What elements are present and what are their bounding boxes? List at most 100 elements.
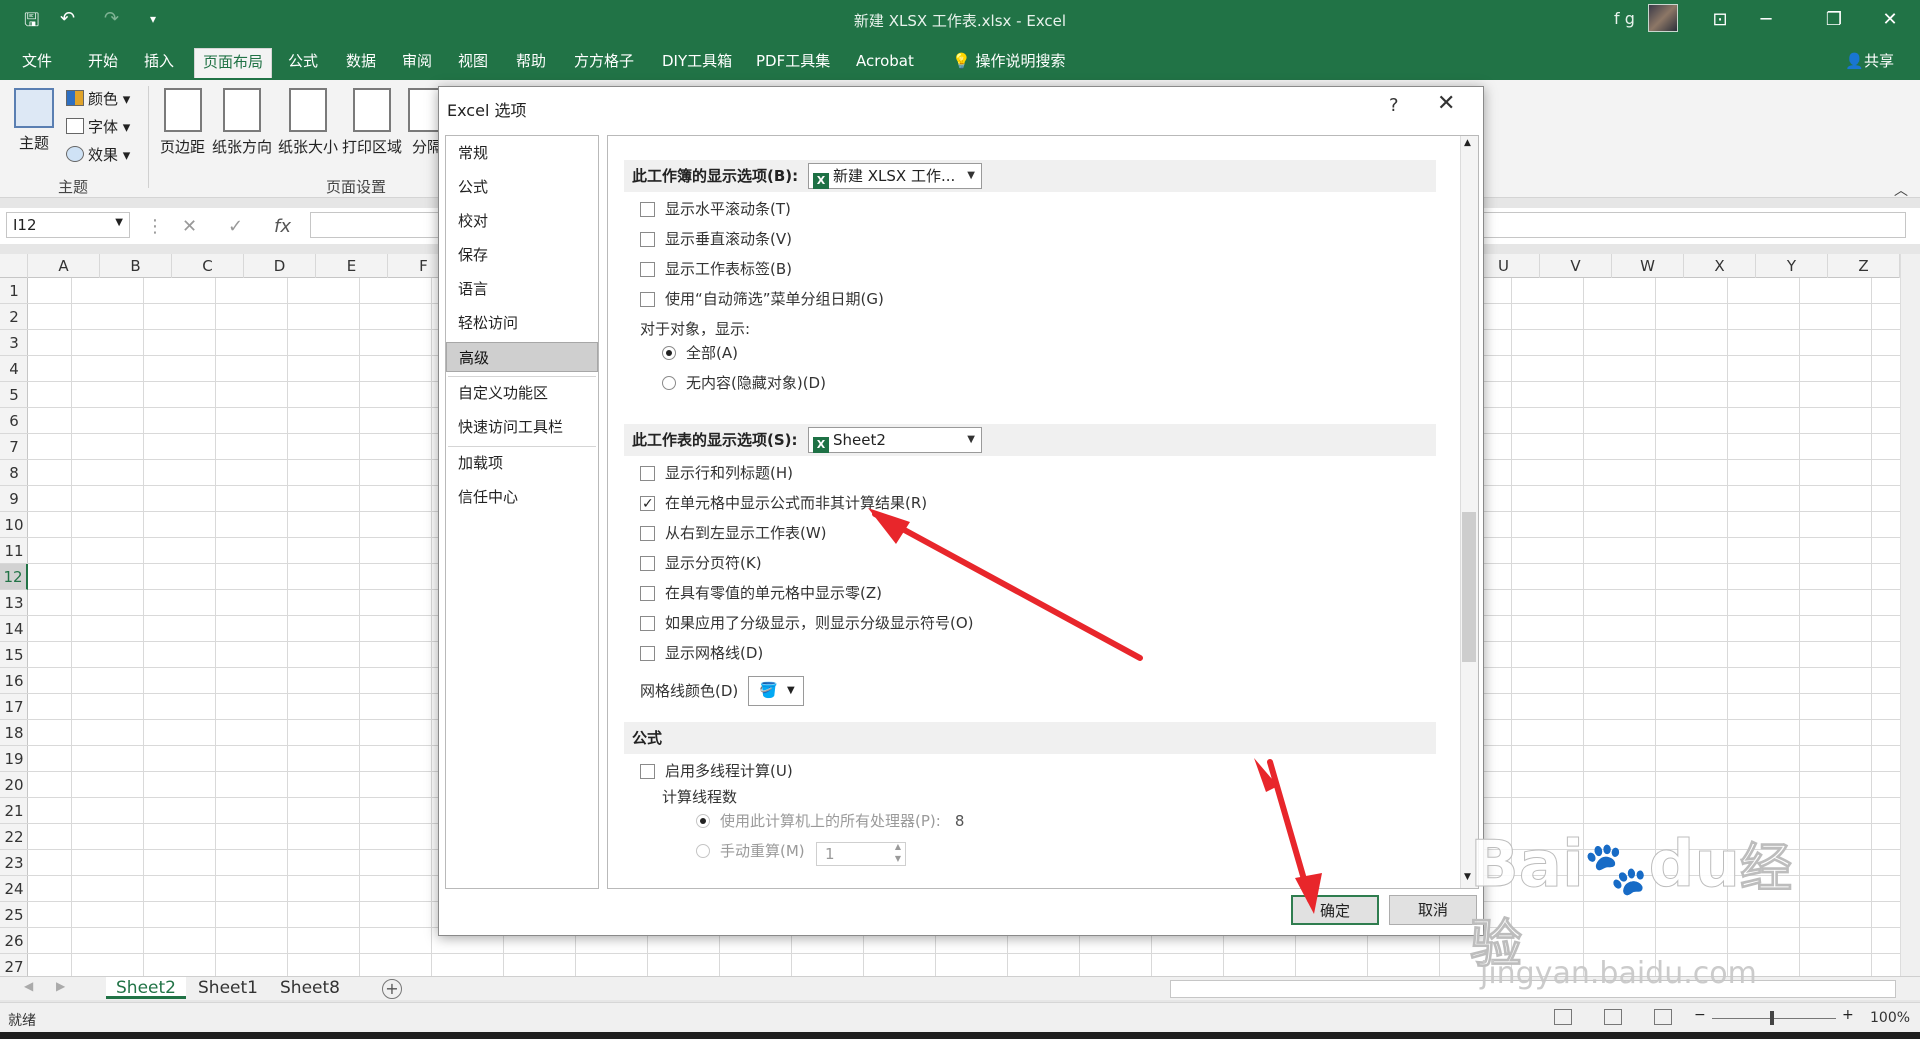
checkbox[interactable]	[640, 466, 655, 481]
share-button[interactable]: 👤共享	[1845, 50, 1894, 71]
minimize-icon[interactable]: ─	[1746, 6, 1786, 34]
checkbox[interactable]	[640, 586, 655, 601]
row-header[interactable]: 11	[0, 538, 28, 564]
checkbox[interactable]	[640, 526, 655, 541]
row-header[interactable]: 17	[0, 694, 28, 720]
zoom-in-icon[interactable]: +	[1842, 1007, 1854, 1023]
tab-home[interactable]: 开始	[80, 48, 126, 78]
tab-data[interactable]: 数据	[338, 48, 384, 78]
row-header[interactable]: 3	[0, 330, 28, 356]
row-header[interactable]: 20	[0, 772, 28, 798]
fonts-button[interactable]: 字体 ▾	[66, 116, 130, 137]
column-header[interactable]: Y	[1756, 254, 1828, 278]
tab-file[interactable]: 文件	[14, 48, 60, 78]
tab-formulas[interactable]: 公式	[280, 48, 326, 78]
help-icon[interactable]: ?	[1389, 95, 1399, 116]
add-sheet-button[interactable]: +	[382, 979, 402, 999]
column-header[interactable]: Z	[1828, 254, 1900, 278]
normal-view-icon[interactable]	[1554, 1009, 1572, 1025]
checkbox[interactable]	[640, 232, 655, 247]
row-header[interactable]: 5	[0, 382, 28, 408]
row-header[interactable]: 22	[0, 824, 28, 850]
tab-review[interactable]: 审阅	[394, 48, 440, 78]
row-header[interactable]: 2	[0, 304, 28, 330]
radio-nothing[interactable]: 无内容(隐藏对象)(D)	[662, 372, 826, 394]
option-group-dates[interactable]: 使用“自动筛选”菜单分组日期(G)	[640, 288, 884, 310]
checkbox[interactable]	[640, 262, 655, 277]
nav-customize-ribbon[interactable]: 自定义功能区	[446, 378, 598, 408]
tab-view[interactable]: 视图	[450, 48, 496, 78]
zoom-slider[interactable]	[1712, 1018, 1836, 1019]
option-vertical-scrollbar[interactable]: 显示垂直滚动条(V)	[640, 228, 792, 250]
radio-manual[interactable]: 手动重算(M)	[696, 840, 805, 862]
options-scrollbar-thumb[interactable]	[1462, 512, 1476, 662]
sheet-select[interactable]: X Sheet2 ▼	[808, 427, 982, 453]
nav-save[interactable]: 保存	[446, 240, 598, 270]
column-header[interactable]: V	[1540, 254, 1612, 278]
ok-button[interactable]: 确定	[1291, 895, 1379, 925]
row-header[interactable]: 7	[0, 434, 28, 460]
checkbox[interactable]	[640, 202, 655, 217]
checkbox[interactable]	[640, 616, 655, 631]
row-header[interactable]: 15	[0, 642, 28, 668]
zoom-slider-thumb[interactable]	[1770, 1011, 1774, 1025]
column-header[interactable]: C	[172, 254, 244, 278]
insert-function-icon[interactable]: fx	[274, 216, 291, 237]
checkbox[interactable]	[640, 764, 655, 779]
page-layout-view-icon[interactable]	[1604, 1009, 1622, 1025]
name-box-dropdown-icon[interactable]: ▼	[115, 217, 123, 228]
row-header[interactable]: 23	[0, 850, 28, 876]
radio-button[interactable]	[662, 376, 676, 390]
option-show-zeros[interactable]: 在具有零值的单元格中显示零(Z)	[640, 582, 882, 604]
nav-quick-access-toolbar[interactable]: 快速访问工具栏	[446, 412, 598, 442]
sheet-tab-sheet1[interactable]: Sheet1	[188, 977, 268, 999]
name-box[interactable]: I12 ▼	[6, 212, 130, 238]
row-header[interactable]: 25	[0, 902, 28, 928]
tab-pdf[interactable]: PDF工具集	[748, 48, 838, 78]
workbook-select[interactable]: X 新建 XLSX 工作... ▼	[808, 163, 982, 189]
zoom-level[interactable]: 100%	[1870, 1010, 1910, 1026]
page-break-view-icon[interactable]	[1654, 1009, 1672, 1025]
checkbox[interactable]	[640, 646, 655, 661]
collapse-ribbon-icon[interactable]: ︿	[1894, 180, 1908, 200]
row-header[interactable]: 19	[0, 746, 28, 772]
nav-accessibility[interactable]: 轻松访问	[446, 308, 598, 338]
prev-sheet-icon[interactable]: ◀	[24, 979, 33, 993]
vertical-scrollbar[interactable]	[1900, 254, 1920, 976]
column-header[interactable]: E	[316, 254, 388, 278]
colors-button[interactable]: 颜色 ▾	[66, 88, 130, 109]
tab-diy[interactable]: DIY工具箱	[654, 48, 740, 78]
option-page-breaks[interactable]: 显示分页符(K)	[640, 552, 762, 574]
row-header[interactable]: 8	[0, 460, 28, 486]
tab-fangfang[interactable]: 方方格子	[566, 48, 642, 78]
column-header[interactable]: X	[1684, 254, 1756, 278]
orientation-button[interactable]: 纸张方向	[212, 88, 272, 157]
effects-button[interactable]: 效果 ▾	[66, 144, 130, 165]
sheet-tab-sheet2[interactable]: Sheet2	[106, 977, 186, 999]
manual-thread-stepper[interactable]: 1 ▲ ▼	[816, 842, 906, 866]
option-multithread[interactable]: 启用多线程计算(U)	[640, 760, 793, 782]
row-header[interactable]: 12	[0, 564, 28, 590]
option-right-to-left[interactable]: 从右到左显示工作表(W)	[640, 522, 827, 544]
nav-language[interactable]: 语言	[446, 274, 598, 304]
row-header[interactable]: 1	[0, 278, 28, 304]
row-header[interactable]: 6	[0, 408, 28, 434]
next-sheet-icon[interactable]: ▶	[56, 979, 65, 993]
row-header[interactable]: 26	[0, 928, 28, 954]
restore-icon[interactable]: ❐	[1814, 6, 1854, 34]
margins-button[interactable]: 页边距	[160, 88, 205, 157]
option-outline-symbols[interactable]: 如果应用了分级显示，则显示分级显示符号(O)	[640, 612, 974, 634]
nav-add-ins[interactable]: 加载项	[446, 448, 598, 478]
size-button[interactable]: 纸张大小	[278, 88, 338, 157]
confirm-entry-icon[interactable]: ✓	[228, 216, 243, 237]
column-header[interactable]: W	[1612, 254, 1684, 278]
nav-advanced[interactable]: 高级	[446, 342, 598, 372]
row-header[interactable]: 18	[0, 720, 28, 746]
nav-general[interactable]: 常规	[446, 138, 598, 168]
tab-help[interactable]: 帮助	[508, 48, 554, 78]
radio-all[interactable]: 全部(A)	[662, 342, 738, 364]
tab-insert[interactable]: 插入	[136, 48, 182, 78]
cancel-button[interactable]: 取消	[1389, 895, 1477, 925]
tab-page-layout[interactable]: 页面布局	[194, 48, 273, 78]
gridline-color-picker[interactable]: 🪣 ▼	[748, 676, 804, 706]
